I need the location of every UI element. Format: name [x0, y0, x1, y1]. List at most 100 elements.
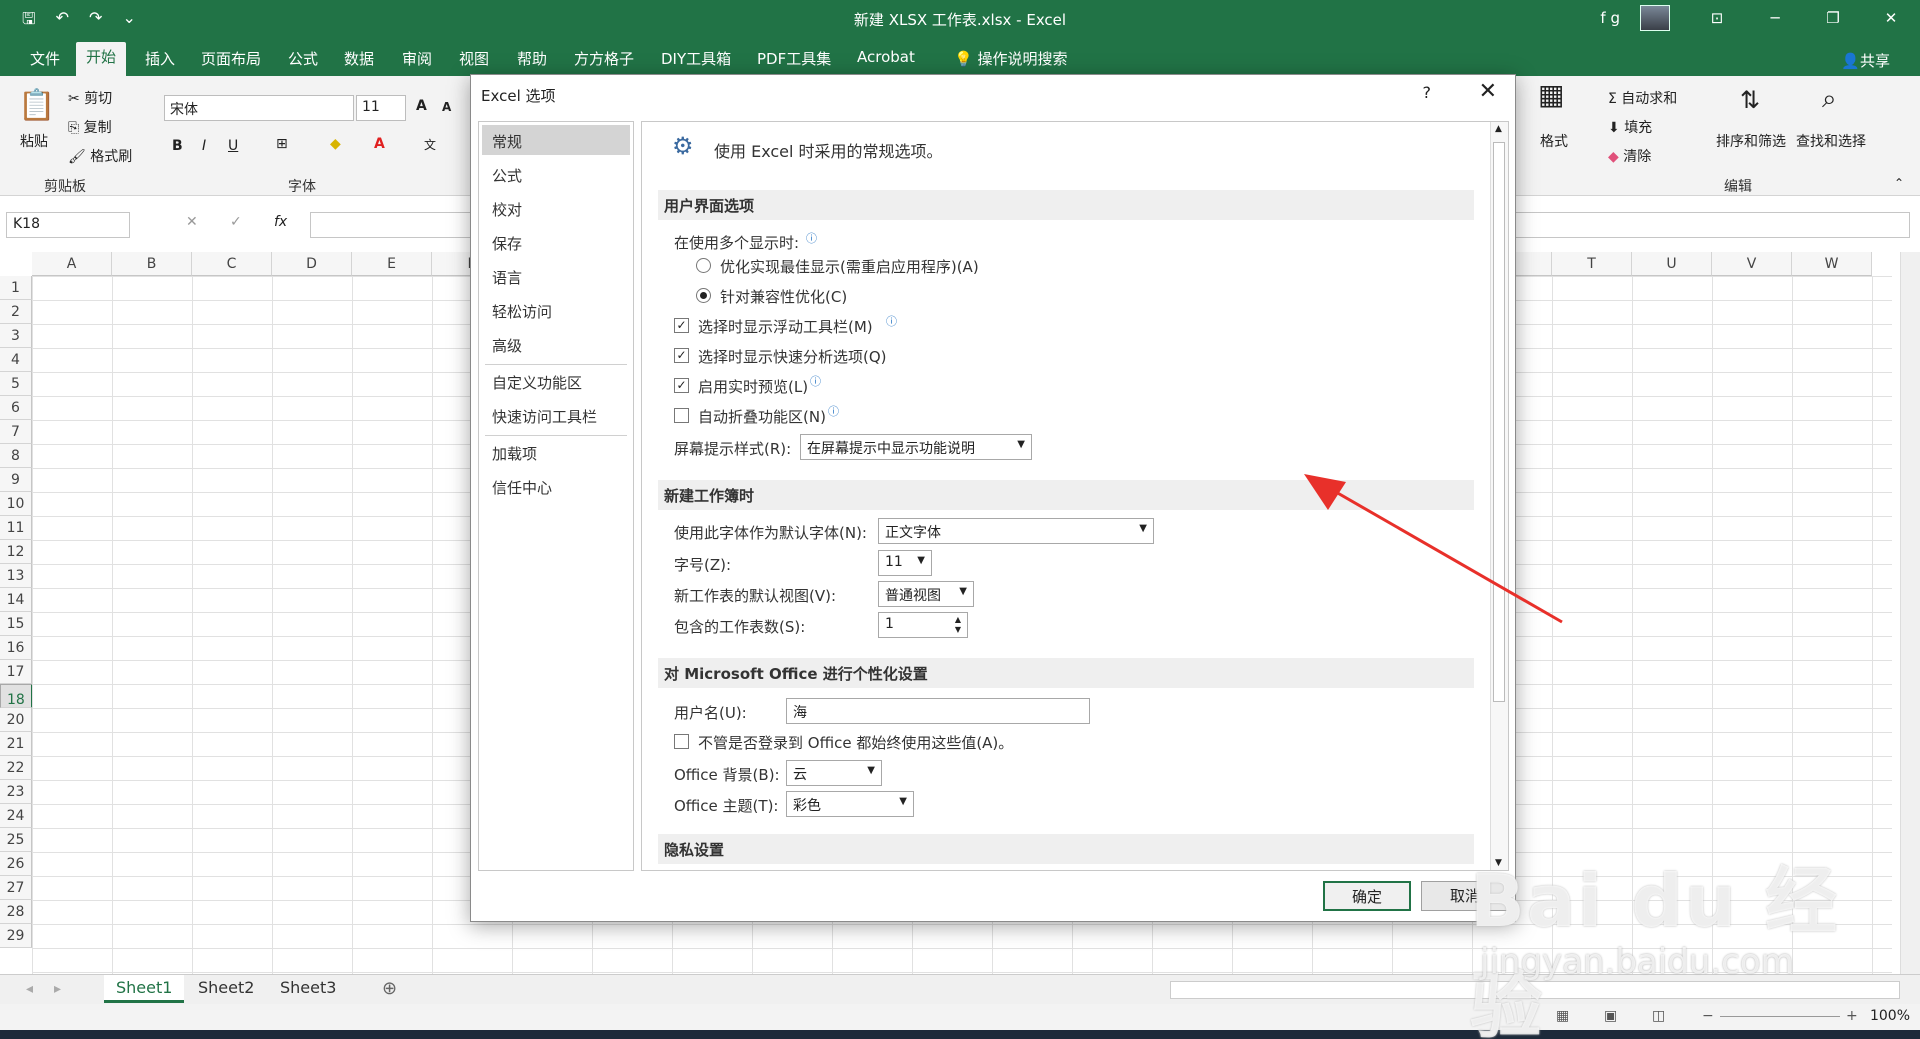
checkbox-live-preview[interactable]: ✓ [674, 378, 689, 393]
font-size-select[interactable]: 11 ▼ [878, 550, 932, 576]
tab-acrobat[interactable]: Acrobat [847, 44, 925, 70]
row-header[interactable]: 13 [0, 564, 32, 588]
row-header[interactable]: 9 [0, 468, 32, 492]
tooltip-style-select[interactable]: 在屏幕提示中显示功能说明 ▼ [800, 434, 1032, 460]
row-header[interactable]: 16 [0, 636, 32, 660]
row-header[interactable]: 18 [0, 684, 33, 708]
tab-diy[interactable]: DIY工具箱 [651, 44, 741, 73]
row-header[interactable]: 29 [0, 924, 32, 948]
tab-pdf[interactable]: PDF工具集 [747, 44, 841, 73]
format-button[interactable]: 格式 [1540, 131, 1568, 151]
column-header[interactable]: U [1632, 252, 1712, 276]
checkbox-quick-analysis[interactable]: ✓ [674, 348, 689, 363]
row-header[interactable]: 12 [0, 540, 32, 564]
username-input[interactable]: 海 [786, 698, 1090, 724]
paste-button[interactable]: 粘贴 [20, 131, 48, 151]
spinner-arrows-icon[interactable]: ▲ ▼ [955, 615, 961, 635]
office-background-select[interactable]: 云 ▼ [786, 760, 882, 786]
row-header[interactable]: 5 [0, 372, 32, 396]
tab-formulas[interactable]: 公式 [278, 44, 328, 73]
share-button[interactable]: 👤共享 [1841, 50, 1890, 71]
checkbox-mini-toolbar-label[interactable]: 选择时显示浮动工具栏(M) [698, 316, 873, 337]
row-header[interactable]: 23 [0, 780, 32, 804]
row-header[interactable]: 28 [0, 900, 32, 924]
fill-color-icon[interactable]: ◆ [330, 136, 341, 152]
nav-customize-ribbon[interactable]: 自定义功能区 [482, 366, 630, 396]
cancel-entry-icon[interactable]: ✕ [186, 214, 198, 230]
paste-icon[interactable]: 📋 [18, 88, 55, 123]
nav-advanced[interactable]: 高级 [482, 329, 630, 359]
phonetic-icon[interactable]: 文 [424, 136, 436, 153]
font-color-icon[interactable]: A [374, 136, 385, 152]
tab-ffgz[interactable]: 方方格子 [564, 44, 644, 73]
column-header[interactable]: A [32, 252, 112, 276]
autosum-button[interactable]: Σ 自动求和 [1608, 88, 1677, 108]
tab-home[interactable]: 开始 [76, 42, 127, 76]
row-header[interactable]: 11 [0, 516, 32, 540]
radio-optimize-display-label[interactable]: 优化实现最佳显示(需重启应用程序)(A) [720, 256, 979, 277]
shrink-font-button[interactable]: A [442, 100, 451, 114]
find-select-button[interactable]: 查找和选择 [1796, 131, 1866, 151]
sheet-tab-2[interactable]: Sheet2 [186, 975, 266, 1003]
border-icon[interactable]: ⊞ [276, 136, 288, 152]
tab-insert[interactable]: 插入 [135, 44, 185, 73]
sheet-count-spinner[interactable]: 1 ▲ ▼ [878, 612, 968, 638]
column-header[interactable]: E [352, 252, 432, 276]
nav-general[interactable]: 常规 [482, 125, 630, 155]
checkbox-collapse-ribbon-label[interactable]: 自动折叠功能区(N) [698, 406, 826, 427]
column-header[interactable]: D [272, 252, 352, 276]
row-header[interactable]: 21 [0, 732, 32, 756]
nav-accessibility[interactable]: 轻松访问 [482, 295, 630, 325]
tab-data[interactable]: 数据 [334, 44, 384, 73]
tab-page-layout[interactable]: 页面布局 [191, 44, 271, 73]
checkbox-mini-toolbar[interactable]: ✓ [674, 318, 689, 333]
collapse-ribbon-icon[interactable]: ⌃ [1894, 176, 1904, 190]
nav-language[interactable]: 语言 [482, 261, 630, 291]
radio-compatibility[interactable] [696, 288, 711, 303]
format-painter-button[interactable]: 🖌 格式刷 [68, 146, 132, 166]
nav-trust-center[interactable]: 信任中心 [482, 471, 630, 501]
sort-filter-icon[interactable]: ⇅ [1740, 86, 1760, 114]
help-button[interactable]: ? [1423, 83, 1432, 102]
column-header[interactable]: T [1552, 252, 1632, 276]
add-sheet-icon[interactable]: ⊕ [382, 978, 397, 999]
sort-filter-button[interactable]: 排序和筛选 [1716, 131, 1786, 151]
radio-compatibility-label[interactable]: 针对兼容性优化(C) [720, 286, 847, 307]
row-header[interactable]: 8 [0, 444, 32, 468]
row-header[interactable]: 6 [0, 396, 32, 420]
column-header[interactable]: W [1792, 252, 1872, 276]
tab-view[interactable]: 视图 [449, 44, 499, 73]
tab-review[interactable]: 审阅 [392, 44, 442, 73]
next-sheet-icon[interactable]: ▸ [54, 981, 61, 997]
row-header[interactable]: 27 [0, 876, 32, 900]
copy-button[interactable]: ⎘ 复制 [68, 117, 112, 137]
confirm-entry-icon[interactable]: ✓ [230, 214, 242, 230]
nav-quick-access[interactable]: 快速访问工具栏 [482, 400, 630, 430]
nav-addins[interactable]: 加载项 [482, 437, 630, 467]
cut-button[interactable]: ✂ 剪切 [68, 88, 112, 108]
italic-button[interactable]: I [202, 138, 206, 154]
row-header[interactable]: 26 [0, 852, 32, 876]
office-theme-select[interactable]: 彩色 ▼ [786, 791, 914, 817]
prev-sheet-icon[interactable]: ◂ [26, 981, 33, 997]
grow-font-button[interactable]: A [416, 98, 427, 114]
nav-formulas[interactable]: 公式 [482, 159, 630, 189]
ok-button[interactable]: 确定 [1323, 881, 1411, 911]
font-name-select[interactable]: 宋体 [164, 95, 354, 121]
ribbon-display-button[interactable]: ⊡ [1688, 0, 1746, 36]
format-icon[interactable]: ▦ [1538, 78, 1564, 111]
column-header[interactable]: B [112, 252, 192, 276]
restore-button[interactable]: ❐ [1804, 0, 1862, 36]
checkbox-collapse-ribbon[interactable] [674, 408, 689, 423]
magnifier-icon[interactable]: ⌕ [1822, 84, 1837, 115]
row-header[interactable]: 7 [0, 420, 32, 444]
sheet-tab-3[interactable]: Sheet3 [268, 975, 348, 1003]
clear-button[interactable]: ◆ 清除 [1608, 146, 1651, 166]
column-header[interactable]: V [1712, 252, 1792, 276]
row-header[interactable]: 1 [0, 276, 32, 300]
name-box[interactable]: K18 [6, 212, 130, 238]
default-font-select[interactable]: 正文字体 ▼ [878, 518, 1154, 544]
row-header[interactable]: 14 [0, 588, 32, 612]
bold-button[interactable]: B [172, 138, 183, 154]
minimize-button[interactable]: ─ [1746, 0, 1804, 36]
